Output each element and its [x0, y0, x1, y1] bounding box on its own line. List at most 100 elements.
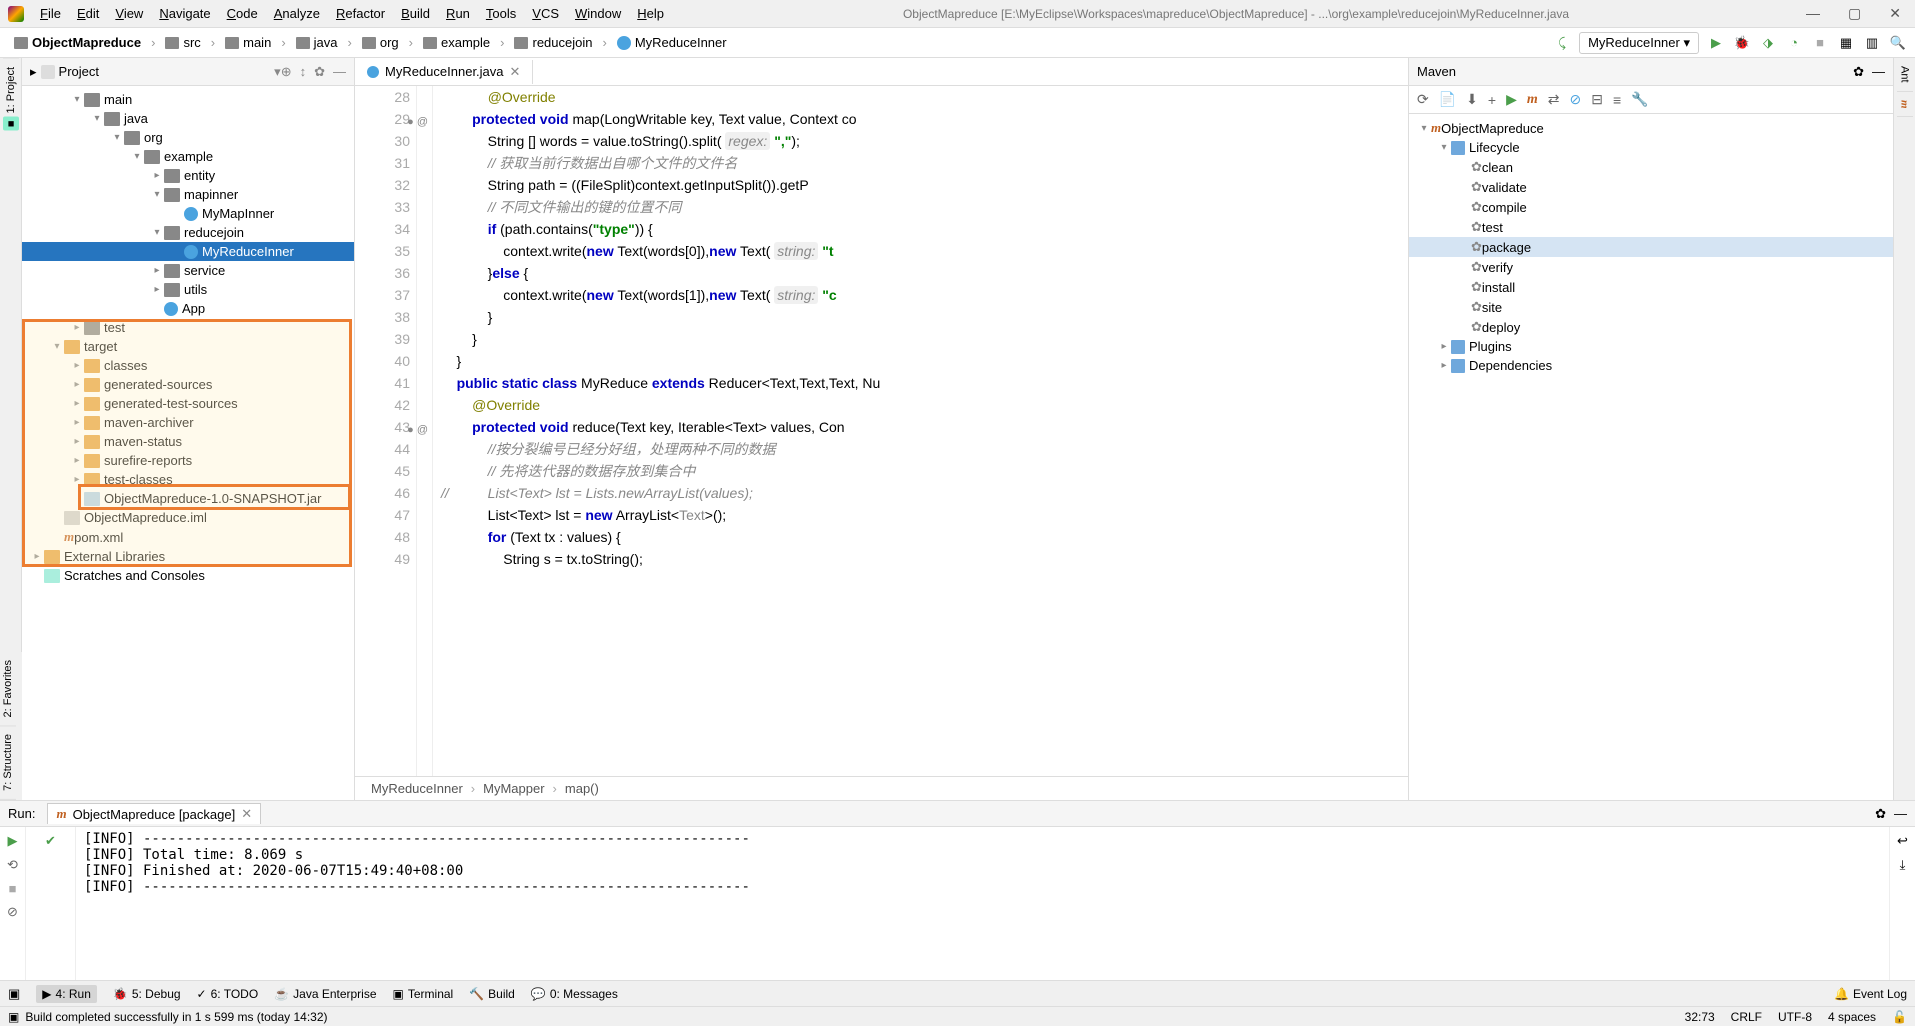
breadcrumb-item[interactable]: main [219, 33, 277, 52]
minimize-button[interactable]: — [1800, 3, 1826, 24]
file-encoding[interactable]: UTF-8 [1778, 1010, 1812, 1024]
toggle-icon[interactable]: ⟲ [7, 857, 18, 873]
menu-refactor[interactable]: Refactor [328, 2, 393, 25]
tool-todo[interactable]: ✓ 6: TODO [197, 987, 259, 1001]
maven-item[interactable]: ✿ test [1409, 217, 1893, 237]
right-tab-maven[interactable]: m [1897, 92, 1913, 118]
maven-item[interactable]: ▾m ObjectMapreduce [1409, 118, 1893, 138]
maven-item[interactable]: ▸ Dependencies [1409, 356, 1893, 375]
tree-item[interactable]: ▾example [22, 147, 354, 166]
editor-tab[interactable]: MyReduceInner.java ✕ [355, 60, 533, 84]
maven-icon[interactable]: m [1527, 92, 1538, 108]
debug-button[interactable]: 🐞 [1733, 34, 1751, 52]
collapse-icon[interactable]: ↕ [300, 64, 307, 80]
breadcrumb-item[interactable]: example [417, 33, 496, 52]
show-icon[interactable]: ≡ [1613, 92, 1621, 108]
left-tab-project[interactable]: ■ 1: Project [3, 58, 19, 139]
menu-navigate[interactable]: Navigate [151, 2, 218, 25]
settings-icon[interactable]: ✿ [314, 64, 325, 80]
download-icon[interactable]: ⬇ [1466, 91, 1478, 108]
hide-icon[interactable]: — [1894, 806, 1907, 822]
editor-breadcrumb[interactable]: MyReduceInner› MyMapper› map() [355, 776, 1408, 800]
hide-icon[interactable]: — [333, 64, 346, 80]
coverage-button[interactable]: ⬗ [1759, 34, 1777, 52]
run-button[interactable]: ▶ [1707, 34, 1725, 52]
tree-item[interactable]: Scratches and Consoles [22, 566, 354, 585]
maven-item[interactable]: ✿ compile [1409, 197, 1893, 217]
close-tab-icon[interactable]: ✕ [510, 64, 521, 80]
search-everywhere-icon[interactable]: 🔍 [1889, 34, 1907, 52]
menu-window[interactable]: Window [567, 2, 629, 25]
readonly-lock-icon[interactable]: 🔓 [1892, 1010, 1907, 1024]
breadcrumb-item[interactable]: MyReduceInner [611, 33, 733, 52]
wrench-icon[interactable]: 🔧 [1631, 91, 1648, 108]
stop-icon[interactable]: ■ [9, 881, 17, 896]
maven-item[interactable]: ▾ Lifecycle [1409, 138, 1893, 157]
build-icon[interactable]: ⤹ [1553, 34, 1571, 52]
left-tab-structure[interactable]: 7: Structure [0, 726, 16, 800]
tree-item[interactable]: ▾java [22, 109, 354, 128]
cursor-position[interactable]: 32:73 [1685, 1010, 1715, 1024]
line-separator[interactable]: CRLF [1731, 1010, 1762, 1024]
tree-item[interactable]: ▸surefire-reports [22, 451, 354, 470]
breadcrumb-item[interactable]: org [356, 33, 405, 52]
tree-item[interactable]: ▾reducejoin [22, 223, 354, 242]
tree-item[interactable]: mpom.xml [22, 527, 354, 547]
stop-button[interactable]: ■ [1811, 34, 1829, 52]
tree-item[interactable]: ▾target [22, 337, 354, 356]
maven-item[interactable]: ✿ package [1409, 237, 1893, 257]
tree-item[interactable]: ▸maven-status [22, 432, 354, 451]
close-button[interactable]: ✕ [1883, 3, 1907, 24]
code-content[interactable]: @Override protected void map(LongWritabl… [433, 86, 1408, 776]
breadcrumb-item[interactable]: src [159, 33, 206, 52]
menu-view[interactable]: View [107, 2, 151, 25]
tree-item[interactable]: ▸generated-test-sources [22, 394, 354, 413]
menu-analyze[interactable]: Analyze [266, 2, 328, 25]
menu-build[interactable]: Build [393, 2, 438, 25]
maven-item[interactable]: ✿ clean [1409, 157, 1893, 177]
tree-item[interactable]: ▸test [22, 318, 354, 337]
generate-icon[interactable]: 📄 [1439, 91, 1456, 108]
expand-icon[interactable]: ▸ [30, 64, 37, 80]
toggle-tool-windows-icon[interactable]: ▣ [8, 986, 20, 1002]
toggle-icon[interactable]: ⇄ [1548, 91, 1560, 108]
tree-item[interactable]: MyMapInner [22, 204, 354, 223]
rerun-icon[interactable]: ▶ [8, 833, 18, 849]
maven-item[interactable]: ▸ Plugins [1409, 337, 1893, 356]
reload-icon[interactable]: ⟳ [1417, 91, 1429, 108]
menu-code[interactable]: Code [219, 2, 266, 25]
tree-item[interactable]: App [22, 299, 354, 318]
tree-item[interactable]: ObjectMapreduce-1.0-SNAPSHOT.jar [22, 489, 354, 508]
maven-item[interactable]: ✿ verify [1409, 257, 1893, 277]
maven-item[interactable]: ✿ install [1409, 277, 1893, 297]
tool-messages[interactable]: 💬 0: Messages [531, 987, 618, 1001]
maven-tree[interactable]: ▾m ObjectMapreduce▾ Lifecycle✿ clean✿ va… [1409, 114, 1893, 800]
menu-run[interactable]: Run [438, 2, 478, 25]
breadcrumb-item[interactable]: reducejoin [508, 33, 598, 52]
tool-terminal[interactable]: ▣ Terminal [393, 987, 454, 1001]
tree-item[interactable]: ▸generated-sources [22, 375, 354, 394]
maven-item[interactable]: ✿ site [1409, 297, 1893, 317]
tree-item[interactable]: ▸classes [22, 356, 354, 375]
tree-item[interactable]: ▸test-classes [22, 470, 354, 489]
tree-item[interactable]: ▾org [22, 128, 354, 147]
indent-setting[interactable]: 4 spaces [1828, 1010, 1876, 1024]
tree-item[interactable]: ▸utils [22, 280, 354, 299]
maven-item[interactable]: ✿ validate [1409, 177, 1893, 197]
layout-icon2[interactable]: ▥ [1863, 34, 1881, 52]
status-indicator-icon[interactable]: ▣ [8, 1010, 19, 1024]
menu-help[interactable]: Help [629, 2, 672, 25]
tree-item[interactable]: ▸entity [22, 166, 354, 185]
breadcrumb-item[interactable]: java [290, 33, 344, 52]
layout-icon[interactable]: ▦ [1837, 34, 1855, 52]
menu-vcs[interactable]: VCS [524, 2, 567, 25]
line-gutter[interactable]: 2829● @3031323334353637383940414243● @44… [355, 86, 417, 776]
tree-item[interactable]: ▸External Libraries [22, 547, 354, 566]
run-configuration-selector[interactable]: MyReduceInner ▾ [1579, 32, 1699, 54]
tree-item[interactable]: ▾mapinner [22, 185, 354, 204]
tool-build[interactable]: 🔨 Build [469, 987, 515, 1001]
soft-wrap-icon[interactable]: ↩ [1897, 833, 1908, 849]
close-run-tab-icon[interactable]: ✕ [241, 806, 252, 822]
exit-icon[interactable]: ⊘ [7, 904, 18, 920]
run-tab[interactable]: m ObjectMapreduce [package] ✕ [47, 803, 261, 824]
